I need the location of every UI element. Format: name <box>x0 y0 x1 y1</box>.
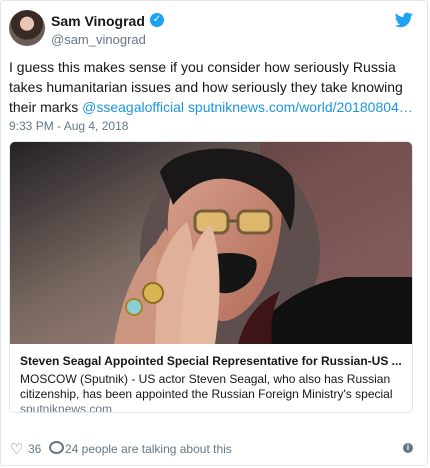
display-name[interactable]: Sam Vinograd <box>51 13 145 29</box>
tweet-card: Sam Vinograd ✓ @sam_vinograd I guess thi… <box>0 0 428 466</box>
info-icon[interactable]: i <box>403 443 413 453</box>
link-card[interactable]: Steven Seagal Appointed Special Represen… <box>9 141 413 413</box>
like-count[interactable]: 36 <box>28 442 41 456</box>
verified-icon: ✓ <box>150 13 164 27</box>
tweet-text: I guess this makes sense if you consider… <box>9 57 419 117</box>
mention-link[interactable]: @sseagalofficial <box>82 99 184 115</box>
timestamp[interactable]: 9:33 PM - Aug 4, 2018 <box>9 119 128 133</box>
heart-icon[interactable]: ♡ <box>10 442 23 457</box>
conversation-count[interactable]: 24 people are talking about this <box>65 442 232 456</box>
card-description: MOSCOW (Sputnik) - US actor Steven Seaga… <box>20 372 393 401</box>
card-headline[interactable]: Steven Seagal Appointed Special Represen… <box>20 354 402 368</box>
article-photo[interactable] <box>10 142 412 344</box>
twitter-bird-icon[interactable] <box>394 12 413 31</box>
url-link[interactable]: sputniknews.com/world/20180804… <box>188 99 413 115</box>
comment-icon[interactable] <box>49 441 64 454</box>
card-info[interactable]: Steven Seagal Appointed Special Represen… <box>10 344 412 412</box>
card-domain: sputniknews.com <box>20 402 113 413</box>
user-handle[interactable]: @sam_vinograd <box>51 32 146 47</box>
avatar[interactable] <box>9 10 45 46</box>
